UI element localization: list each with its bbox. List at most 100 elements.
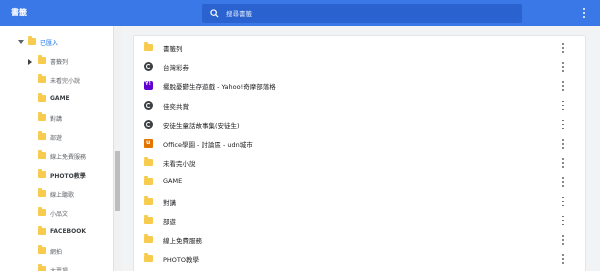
bookmark-row[interactable]: 部遊 [134, 211, 585, 230]
dot-icon [562, 139, 564, 141]
bookmark-label: 安徒生童話故事集(安徒生) [163, 121, 240, 130]
dot-icon [562, 243, 564, 245]
dot-icon [562, 85, 564, 87]
dot-icon [562, 62, 564, 64]
dot-icon [562, 43, 564, 45]
row-more-button[interactable] [559, 215, 567, 226]
dot-icon [583, 16, 585, 18]
dot-icon [562, 239, 564, 241]
sidebar-item[interactable]: 線上聽歌 [0, 186, 114, 202]
row-more-button[interactable] [559, 176, 567, 187]
dot-icon [583, 8, 585, 10]
bookmark-row[interactable]: GAME [134, 172, 585, 191]
bookmark-row[interactable]: 佳奕共賞 [134, 96, 585, 115]
bookmark-row[interactable]: Office學園 - 討論區 - udn城市 [134, 134, 585, 153]
bookmark-label: 部遊 [163, 217, 176, 226]
chevron-down-icon[interactable] [18, 40, 24, 44]
bookmark-label: 佳奕共賞 [163, 102, 189, 111]
udn-icon [144, 139, 153, 148]
top-app-bar: 書籤 [0, 0, 600, 26]
bookmark-row[interactable]: 台灣彩券 [134, 57, 585, 76]
dot-icon [562, 147, 564, 149]
dot-icon [583, 12, 585, 14]
bookmark-label: 未看完小說 [163, 160, 196, 169]
folder-icon [38, 245, 46, 254]
row-more-button[interactable] [559, 196, 567, 207]
dot-icon [562, 200, 564, 203]
sidebar-scrollbar[interactable] [113, 26, 121, 271]
sidebar-item-label: 未看完小說 [50, 78, 81, 85]
row-more-button[interactable] [559, 119, 567, 130]
sidebar-item[interactable]: 對講 [0, 110, 114, 126]
row-more-button[interactable] [559, 234, 567, 245]
dot-icon [562, 181, 564, 183]
chevron-right-icon[interactable] [28, 59, 32, 65]
bookmark-label: PHOTO教學 [163, 256, 200, 265]
bookmark-row[interactable]: 未看完小說 [134, 153, 585, 172]
sidebar-item[interactable]: 網拍 [0, 243, 114, 259]
search-input[interactable] [226, 7, 506, 20]
folder-icon [38, 112, 46, 121]
globe-icon [144, 119, 153, 129]
folder-icon [38, 207, 46, 216]
dot-icon [562, 223, 564, 226]
dot-icon [562, 162, 564, 164]
sidebar-item[interactable]: PHOTO教學 [0, 167, 114, 183]
row-more-button[interactable] [559, 157, 567, 168]
folder-icon [144, 234, 153, 243]
sidebar-item[interactable]: 大賣場 [0, 262, 114, 271]
folder-icon [28, 36, 36, 45]
row-more-button[interactable] [559, 42, 567, 53]
dot-icon [562, 81, 564, 83]
sidebar-item-label: GAME [50, 95, 70, 102]
sidebar-item[interactable]: FACEBOOK [0, 224, 114, 240]
dot-icon [562, 47, 564, 49]
dot-icon [562, 177, 564, 179]
dot-icon [562, 235, 564, 237]
row-more-button[interactable] [559, 100, 567, 111]
sidebar-item[interactable]: 書籤列 [0, 53, 114, 69]
folder-icon [144, 253, 153, 263]
folder-icon [144, 42, 153, 51]
search-icon [210, 9, 219, 18]
sidebar-item[interactable]: GAME [0, 91, 114, 107]
bookmark-row[interactable]: 安徒生童話故事集(安徒生) [134, 115, 585, 134]
row-more-button[interactable] [559, 253, 567, 264]
bookmark-label: Office學園 - 討論區 - udn城市 [163, 141, 253, 149]
row-more-button[interactable] [559, 80, 567, 91]
sidebar-item-label: 線上免費服務 [50, 154, 87, 161]
app-title: 書籤 [11, 8, 27, 17]
dot-icon [562, 89, 564, 91]
sidebar-item-label: 部遊 [50, 135, 63, 142]
dot-icon [562, 100, 564, 103]
dot-icon [562, 70, 564, 72]
bookmark-label: GAME [163, 177, 183, 186]
bookmark-row[interactable]: PHOTO教學 [134, 249, 585, 268]
bookmark-row[interactable]: 擺脫憂鬱生存遊戲 - Yahoo!奇摩部落格 [134, 76, 585, 95]
dot-icon [562, 108, 564, 111]
bookmark-label: 書籤列 [163, 45, 183, 53]
bookmark-label: 擺脫憂鬱生存遊戲 - Yahoo!奇摩部落格 [163, 83, 276, 92]
sidebar-scrollbar-thumb[interactable] [115, 151, 120, 211]
dot-icon [562, 196, 564, 199]
bookmark-label: 對講 [163, 198, 176, 207]
bookmark-row[interactable]: 書籤列 [134, 38, 585, 57]
folder-icon [38, 131, 46, 140]
bookmark-row[interactable]: 線上免費服務 [134, 230, 585, 249]
sidebar-item[interactable]: 部遊 [0, 129, 114, 145]
row-more-button[interactable] [559, 61, 567, 72]
folder-icon [38, 188, 46, 197]
more-options-button[interactable] [578, 6, 590, 20]
sidebar-item-label: 書籤列 [50, 59, 69, 66]
bookmark-row[interactable]: 對講 [134, 192, 585, 211]
search-box[interactable] [202, 4, 522, 23]
sidebar-item[interactable]: 小品文 [0, 205, 114, 221]
sidebar-item[interactable]: 已匯入 [0, 34, 114, 50]
sidebar-item[interactable]: 線上免費服務 [0, 148, 114, 164]
sidebar-item-label: 小品文 [50, 211, 69, 218]
sidebar-item-label: 已匯入 [40, 40, 59, 47]
sidebar-item[interactable]: 未看完小說 [0, 72, 114, 88]
row-more-button[interactable] [559, 138, 567, 149]
folder-icon [144, 176, 153, 186]
dot-icon [562, 185, 564, 187]
